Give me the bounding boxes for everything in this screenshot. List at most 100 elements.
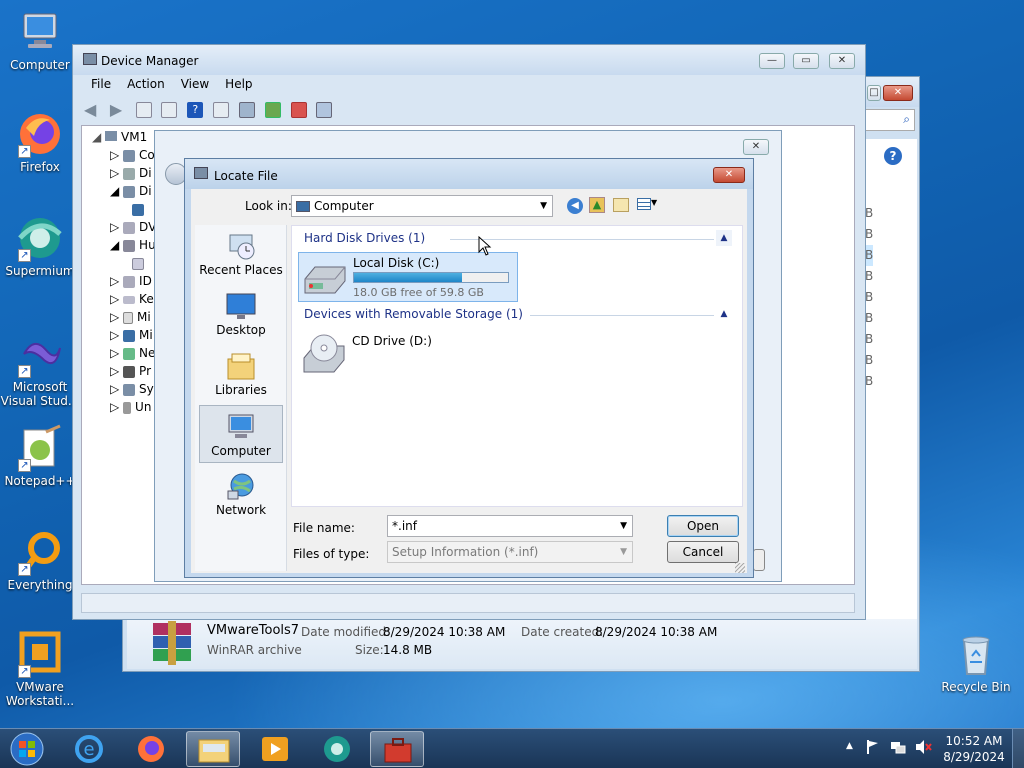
group-header-hard-disk[interactable]: Hard Disk Drives (1) ▲ — [300, 230, 734, 248]
drive-usage-bar — [353, 272, 509, 283]
file-name-input[interactable]: *.inf ▼ — [387, 515, 633, 537]
update-driver-icon[interactable] — [264, 101, 281, 118]
group-header-removable[interactable]: Devices with Removable Storage (1) ▲ — [300, 306, 734, 324]
taskbar-firefox[interactable] — [124, 731, 178, 767]
supermium-icon: ↗ — [16, 214, 64, 262]
menu-view[interactable]: View — [173, 73, 217, 95]
uninstall-icon[interactable] — [290, 101, 307, 118]
back-icon[interactable]: ◀ — [84, 101, 100, 118]
desktop-icon-computer[interactable]: Computer — [0, 8, 80, 72]
view-icon[interactable] — [213, 101, 230, 118]
show-desktop-button[interactable] — [1012, 729, 1024, 768]
chevron-down-icon[interactable]: ▼ — [620, 516, 627, 536]
drive-item-cd-drive[interactable]: CD Drive (D:) — [298, 330, 498, 378]
network-tray-icon[interactable] — [890, 739, 906, 755]
clock[interactable]: 10:52 AM 8/29/2024 — [940, 733, 1008, 765]
drive-usage-fill — [354, 273, 462, 282]
places-bar: Recent Places Desktop Libraries Computer… — [195, 225, 287, 571]
files-of-type-select[interactable]: Setup Information (*.inf) ▼ — [387, 541, 633, 563]
desktop-icon-notepadpp[interactable]: ↗ Notepad++ — [0, 424, 80, 488]
place-computer[interactable]: Computer — [199, 405, 283, 463]
taskbar-supermium[interactable] — [310, 731, 364, 767]
desktop-icon-vmware[interactable]: ↗ VMware Workstati... — [0, 630, 80, 708]
details-pane: VMwareTools7 WinRAR archive Date modifie… — [127, 619, 917, 669]
device-manager-titlebar: Device Manager — [73, 45, 865, 75]
clock-date: 8/29/2024 — [943, 750, 1005, 764]
action-center-flag-icon[interactable] — [866, 739, 880, 755]
taskbar-ie[interactable]: e — [62, 731, 116, 767]
svg-text:e: e — [83, 739, 94, 760]
desktop-icon-label: Firefox — [20, 160, 60, 174]
wizard-button-fragment[interactable] — [753, 549, 765, 571]
new-folder-icon[interactable] — [613, 198, 629, 212]
computer-icon — [16, 8, 64, 56]
up-one-level-icon[interactable]: ▲ — [589, 197, 605, 213]
file-list: Hard Disk Drives (1) ▲ Local Disk (C:) 1… — [291, 225, 743, 507]
go-back-icon[interactable]: ◀ — [567, 198, 583, 214]
place-desktop[interactable]: Desktop — [199, 285, 283, 343]
firefox-icon: ↗ — [16, 110, 64, 158]
computer-icon — [105, 131, 118, 141]
open-button[interactable]: Open — [667, 515, 739, 537]
folder-icon — [198, 739, 230, 763]
show-hide-tree-icon[interactable] — [135, 101, 152, 118]
forward-icon[interactable]: ▶ — [110, 101, 126, 118]
desktop-icon-recycle-bin[interactable]: Recycle Bin — [936, 630, 1016, 694]
menu-file[interactable]: File — [83, 73, 119, 95]
chevron-down-icon: ▼ — [540, 201, 547, 211]
scan-hardware-icon[interactable] — [238, 101, 255, 118]
view-menu-icon[interactable]: ▼ — [637, 198, 663, 212]
close-button[interactable]: ✕ — [829, 53, 855, 69]
tray-show-hidden-icon[interactable]: ▲ — [846, 741, 853, 751]
dialog-close-button[interactable]: ✕ — [713, 167, 745, 183]
explorer-search-box[interactable]: ⌕ — [863, 109, 915, 131]
locate-file-dialog[interactable]: Locate File ✕ Look in: Computer ▼ ◀ ▲ ▼ … — [184, 158, 754, 578]
properties-icon[interactable] — [161, 101, 178, 118]
taskbar-media-player[interactable] — [248, 731, 302, 767]
maximize-button[interactable]: ▭ — [793, 53, 819, 69]
details-modified-label: Date modified: — [301, 625, 391, 639]
taskbar-device-manager[interactable] — [370, 731, 424, 767]
details-created-label: Date created: — [521, 625, 604, 639]
disable-icon[interactable] — [316, 101, 333, 118]
menu-action[interactable]: Action — [119, 73, 173, 95]
look-in-select[interactable]: Computer ▼ — [291, 195, 553, 217]
help-icon[interactable]: ? — [884, 147, 902, 165]
desktop-icon-label: Everything — [7, 578, 73, 592]
resize-grip-icon[interactable] — [735, 563, 745, 573]
desktop-icon-label: Supermium — [5, 264, 75, 278]
chevron-down-icon: ▼ — [620, 547, 627, 557]
minimize-button[interactable]: — — [759, 53, 785, 69]
dialog-titlebar: Locate File ✕ — [185, 159, 753, 189]
desktop-icon-everything[interactable]: ↗ Everything — [0, 528, 80, 592]
taskbar-explorer[interactable] — [186, 731, 240, 767]
place-libraries[interactable]: Libraries — [199, 345, 283, 403]
cancel-button[interactable]: Cancel — [667, 541, 739, 563]
place-network[interactable]: Network — [199, 465, 283, 523]
desktop-icon-supermium[interactable]: ↗ Supermium — [0, 214, 80, 278]
search-icon: ⌕ — [903, 112, 910, 126]
cd-drive-icon — [300, 332, 346, 374]
explorer-close-button[interactable]: ✕ — [883, 85, 913, 101]
explorer-maximize-button[interactable]: □ — [867, 85, 881, 101]
device-icon — [132, 203, 144, 216]
details-file-name: VMwareTools7 — [207, 623, 300, 638]
help-icon[interactable]: ? — [187, 101, 204, 118]
file-name-label: File name: — [293, 521, 355, 535]
collapse-icon[interactable]: ▲ — [716, 306, 732, 322]
libraries-icon — [226, 351, 256, 381]
desktop-icon-firefox[interactable]: ↗ Firefox — [0, 110, 80, 174]
firefox-icon — [138, 736, 164, 762]
volume-muted-icon[interactable] — [914, 739, 932, 755]
place-recent-places[interactable]: Recent Places — [199, 225, 283, 283]
desktop-icon-visual-studio[interactable]: ↗ Microsoft Visual Stud... — [0, 330, 80, 408]
desktop-icon-label: Computer — [10, 58, 70, 72]
wizard-close-button[interactable]: ✕ — [743, 139, 769, 155]
shortcut-arrow-icon: ↗ — [18, 563, 31, 576]
menu-help[interactable]: Help — [217, 73, 260, 95]
dialog-body: Look in: Computer ▼ ◀ ▲ ▼ Recent Places … — [191, 189, 747, 573]
shortcut-arrow-icon: ↗ — [18, 365, 31, 378]
start-button[interactable] — [6, 731, 48, 767]
collapse-icon[interactable]: ▲ — [716, 230, 732, 246]
drive-item-local-disk[interactable]: Local Disk (C:) 18.0 GB free of 59.8 GB — [298, 252, 518, 302]
